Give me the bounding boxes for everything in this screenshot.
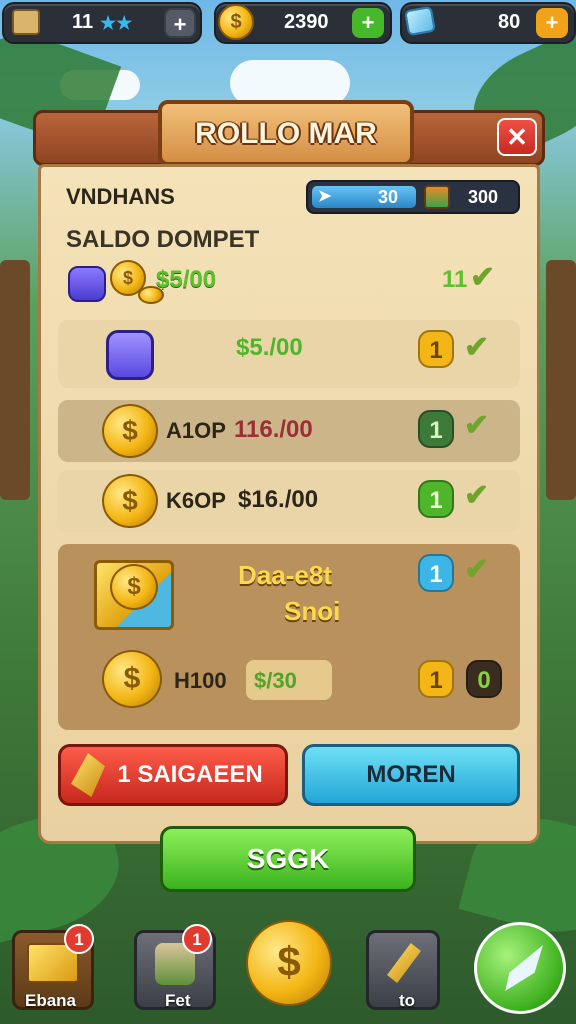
featured-offer[interactable]: $ Daa-e8t Snoi 1 ✔ $ H100 $/30 1 0 <box>58 544 520 730</box>
confirm-button[interactable]: SGGK <box>160 826 416 892</box>
leaf-icon: ✔ <box>464 553 490 586</box>
price-text: $16./00 <box>238 486 319 513</box>
notification-badge: 1 <box>64 924 94 954</box>
count-badge: 1 <box>418 410 454 448</box>
secondary-count-badge: 0 <box>466 660 502 698</box>
wallet-label: SALDO DOMPET <box>66 226 260 253</box>
coins-pill: $ 2390 + <box>214 2 392 44</box>
price-tag: $/30 <box>246 660 332 700</box>
leaf-icon: ✔ <box>470 261 496 294</box>
nav-label: to <box>399 991 416 1010</box>
blue-action-button[interactable]: MOREN <box>302 744 520 806</box>
coin-icon: $ <box>110 564 158 610</box>
nav-label: Fet <box>165 991 191 1010</box>
featured-subtitle: Snoi <box>284 596 341 626</box>
list-item[interactable]: $ A1OP 116./00 1 ✔ <box>58 400 520 462</box>
leaf-icon: ✔ <box>464 479 490 512</box>
chest-resource-value: 300 <box>468 187 499 207</box>
item-name: K6OP <box>166 488 226 513</box>
coins-value: 2390 <box>284 11 329 33</box>
list-item[interactable]: $ $5/00 11 ✔ <box>58 252 520 314</box>
chest-icon <box>424 185 450 209</box>
count-text: 11 <box>442 266 468 293</box>
top-resource-bar: 11 ★★ + $ 2390 + 80 + <box>0 0 576 46</box>
map-icon <box>12 9 40 35</box>
coin-icon: $ <box>102 474 158 528</box>
coin-icon: $ <box>102 650 162 708</box>
price-text: 116./00 <box>234 416 313 443</box>
shovel-icon <box>71 753 105 797</box>
sword-icon <box>387 943 421 983</box>
item-name: H100 <box>174 668 227 693</box>
gems-value: 80 <box>498 11 521 33</box>
list-item[interactable]: $ K6OP $16./00 1 ✔ <box>58 470 520 532</box>
coin-icon: $ <box>102 404 158 458</box>
item-name: A1OP <box>166 418 226 443</box>
price-text: $/30 <box>254 668 297 693</box>
close-button[interactable]: ✕ <box>497 118 537 156</box>
price-text: $5/00 <box>156 266 217 293</box>
featured-title: Daa-e8t <box>238 560 332 590</box>
feather-icon <box>505 945 543 991</box>
gem-icon <box>403 5 437 37</box>
leaf-icon: ✔ <box>464 331 490 364</box>
purple-gem-icon <box>68 266 106 302</box>
play-button[interactable] <box>474 922 566 1014</box>
price-text: $5./00 <box>236 334 303 361</box>
dialog-title: ROLLO MAR <box>195 117 377 150</box>
level-pill: 11 ★★ + <box>2 2 202 44</box>
section-label: VNDHANS <box>66 184 175 209</box>
coin-icon: $ <box>218 4 254 40</box>
add-level-button[interactable]: + <box>164 8 196 38</box>
count-badge: 1 <box>418 660 454 698</box>
nav-label: Ebana <box>25 991 77 1010</box>
nav-item-tools[interactable]: to <box>366 930 440 1010</box>
coin-shop-button[interactable]: $ <box>246 920 332 1006</box>
gems-pill: 80 + <box>400 2 576 44</box>
dialog-title-board: ROLLO MAR <box>158 100 414 166</box>
notification-badge: 1 <box>182 924 212 954</box>
level-value: 11 <box>72 11 94 33</box>
stars-icon: ★★ <box>100 13 133 33</box>
resource-bar: ➤ 30 300 <box>306 180 520 214</box>
blue-resource-value: 30 <box>378 187 399 207</box>
red-action-button[interactable]: 1 SAIGAEEN <box>58 744 288 806</box>
list-item[interactable]: $5./00 1 ✔ <box>58 320 520 388</box>
count-badge: 1 <box>418 330 454 368</box>
count-badge: 1 <box>418 480 454 518</box>
leaf-icon: ✔ <box>464 409 490 442</box>
red-action-label: 1 SAIGAEEN <box>117 761 263 788</box>
add-gems-button[interactable]: + <box>536 8 568 38</box>
add-coins-button[interactable]: + <box>352 8 384 38</box>
count-badge: 1 <box>418 554 454 592</box>
purple-gem-icon <box>106 330 154 380</box>
arrow-icon: ➤ <box>318 188 332 205</box>
